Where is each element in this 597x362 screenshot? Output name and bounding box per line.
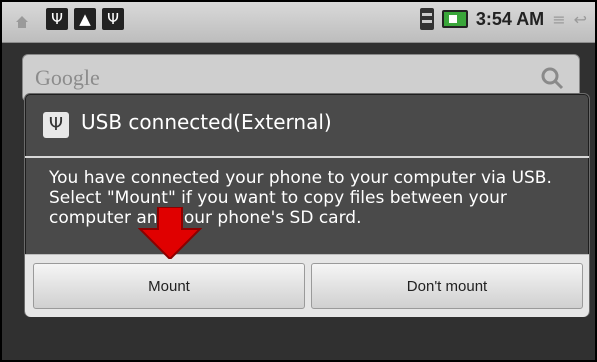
- down-arrow-icon: [138, 207, 202, 259]
- usb-connected-dialog: Ψ USB connected(External) You have conne…: [24, 93, 590, 317]
- notification-icons[interactable]: Ψ ▲ Ψ: [46, 8, 124, 30]
- search-placeholder: Google: [35, 65, 100, 90]
- dialog-header: Ψ USB connected(External): [25, 94, 589, 158]
- menu-icon: ≡: [552, 9, 566, 29]
- dialog-message: You have connected your phone to your co…: [49, 168, 552, 228]
- clock-time: 3:54 AM: [475, 8, 545, 29]
- back-icon: ↩: [573, 9, 587, 29]
- mount-button[interactable]: Mount: [33, 263, 305, 309]
- usb-icon: Ψ: [46, 8, 68, 30]
- usb-icon: Ψ: [43, 112, 69, 138]
- status-bar: Ψ ▲ Ψ 3:54 AM ≡ ↩: [2, 2, 595, 43]
- warning-icon: ▲: [74, 8, 96, 30]
- dialog-button-bar: Mount Don't mount: [25, 254, 589, 317]
- home-icon: [14, 14, 30, 34]
- dont-mount-button[interactable]: Don't mount: [311, 263, 583, 309]
- signal-icon: [419, 8, 434, 30]
- usb-icon: Ψ: [102, 8, 124, 30]
- search-icon[interactable]: [539, 65, 565, 91]
- battery-icon: [441, 10, 468, 28]
- status-indicators: 3:54 AM ≡ ↩: [419, 8, 587, 30]
- dialog-title: USB connected(External): [81, 110, 332, 134]
- android-screen: Ψ ▲ Ψ 3:54 AM ≡ ↩ Google Ψ USB connected…: [0, 0, 597, 362]
